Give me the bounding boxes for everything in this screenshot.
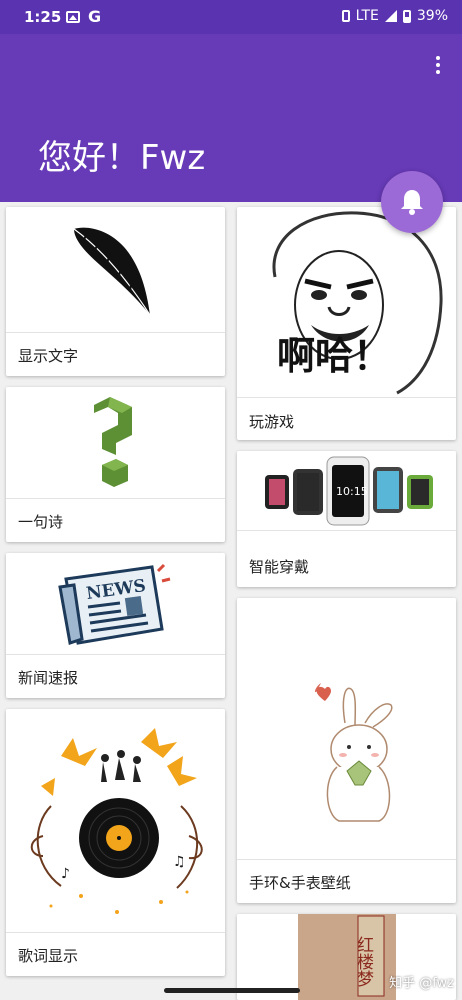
svg-text:♪: ♪ (61, 866, 70, 882)
card-one-poem[interactable]: 一句诗 (6, 387, 225, 542)
card-news[interactable]: NEWS 新闻速报 (6, 553, 225, 698)
vinyl-record-icon: ♪ ♫ (6, 709, 225, 932)
feather-icon (6, 207, 225, 332)
page-title: 您好！Fwz (38, 138, 206, 178)
battery-icon (402, 9, 411, 23)
watermark: 知乎 @fwz (389, 976, 454, 991)
card-play-game[interactable]: 啊哈！ 玩游戏 (237, 207, 456, 440)
book-title: 红楼梦 (353, 936, 374, 987)
card-lyrics[interactable]: ♪ ♫ 歌词显示 (6, 709, 225, 976)
card-label: 新闻速报 (18, 669, 79, 687)
card-wallpaper[interactable]: 手环&手表壁纸 (237, 598, 456, 903)
svg-text:♫: ♫ (173, 854, 186, 870)
notification-fab-button[interactable] (381, 171, 443, 233)
signal-icon (384, 10, 397, 22)
status-bar: 1:25 G LTE 39% (0, 0, 462, 34)
status-time: 1:25 (24, 8, 62, 26)
card-label: 一句诗 (18, 513, 64, 531)
card-label: 歌词显示 (18, 947, 79, 965)
meme-text: 啊哈！ (277, 334, 391, 378)
vibrate-icon (341, 10, 350, 22)
card-smart-wear[interactable]: 10:15 智能穿戴 (237, 451, 456, 587)
watch-time: 10:15 (336, 485, 368, 498)
rabbit-illustration (237, 598, 456, 859)
question-mark-icon (6, 387, 225, 498)
card-label: 玩游戏 (249, 413, 295, 431)
newspaper-icon: NEWS (6, 553, 225, 654)
google-icon: G (88, 7, 102, 26)
gesture-nav-handle[interactable] (164, 988, 300, 993)
overflow-menu-icon[interactable] (426, 56, 450, 78)
battery-level: 39% (416, 8, 448, 24)
smartwatch-icon: 10:15 (237, 451, 456, 530)
bell-icon (401, 190, 423, 215)
meme-face: 啊哈！ (237, 207, 456, 397)
card-display-text[interactable]: 显示文字 (6, 207, 225, 376)
image-notification-icon (66, 10, 80, 23)
card-label: 手环&手表壁纸 (249, 874, 351, 892)
card-label: 显示文字 (18, 347, 79, 365)
network-type: LTE (355, 8, 379, 24)
card-label: 智能穿戴 (249, 558, 310, 576)
